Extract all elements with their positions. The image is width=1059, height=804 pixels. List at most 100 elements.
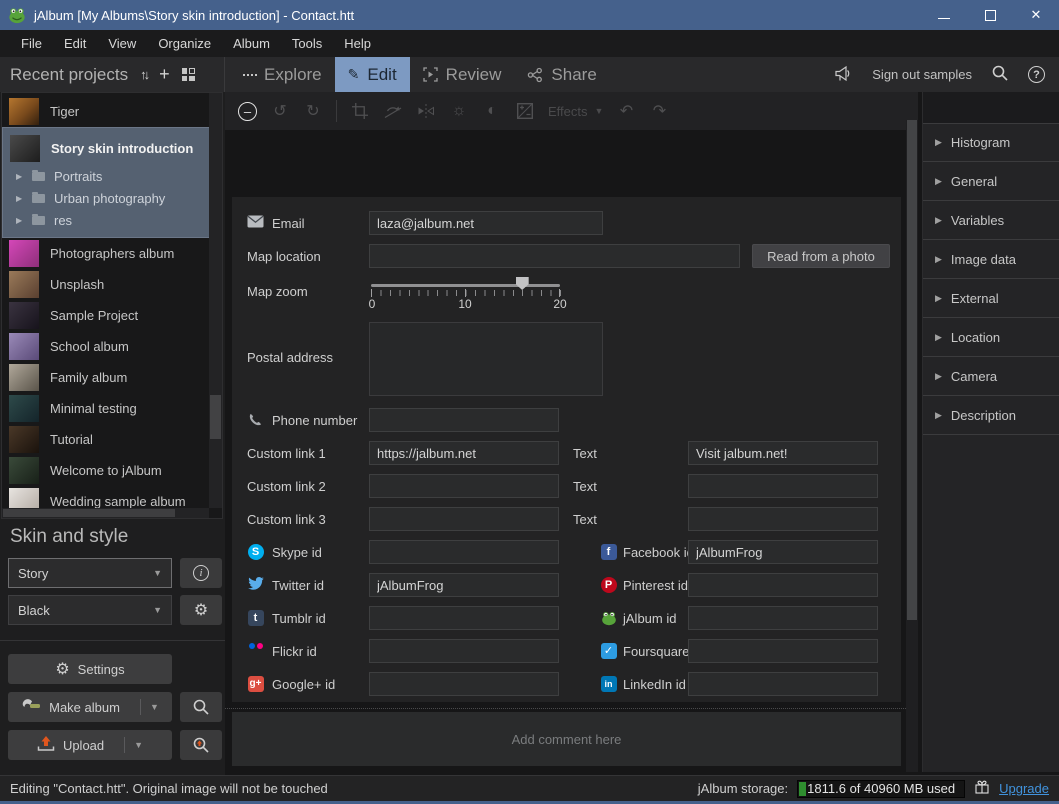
scrollbar-thumb[interactable] [3, 509, 175, 517]
make-album-button[interactable]: Make album ▼ [8, 692, 172, 722]
map-zoom-slider-track[interactable] [371, 284, 560, 287]
custom-link-2-url-field[interactable] [369, 474, 559, 498]
menu-edit[interactable]: Edit [53, 36, 97, 51]
project-item-tiger[interactable]: Tiger [2, 96, 222, 127]
project-list-vertical-scrollbar[interactable] [209, 93, 222, 508]
project-item-sample-project[interactable]: Sample Project [2, 300, 222, 331]
make-album-dropdown-caret[interactable]: ▼ [140, 699, 159, 715]
zoom-out-icon[interactable]: – [238, 102, 257, 121]
skype-id-field[interactable] [369, 540, 559, 564]
levels-icon[interactable] [515, 103, 535, 119]
custom-link-1-url-field[interactable] [369, 441, 559, 465]
upgrade-link[interactable]: Upgrade [999, 781, 1049, 796]
project-item-school-album[interactable]: School album [2, 331, 222, 362]
project-list-horizontal-scrollbar[interactable] [2, 508, 209, 518]
project-item-welcome-to-jalbum[interactable]: Welcome to jAlbum [2, 455, 222, 486]
project-item-minimal-testing[interactable]: Minimal testing [2, 393, 222, 424]
menu-file[interactable]: File [10, 36, 53, 51]
custom-link-1-text-field[interactable] [688, 441, 878, 465]
flickr-id-field[interactable] [369, 639, 559, 663]
menu-organize[interactable]: Organize [147, 36, 222, 51]
section-camera[interactable]: ▶Camera [923, 357, 1059, 396]
linkedin-id-field[interactable] [688, 672, 878, 696]
project-item-selected[interactable]: Story skin introduction ▶ Portraits ▶ Ur… [2, 127, 222, 238]
sort-icon[interactable]: ↑↓ [140, 67, 147, 82]
email-field[interactable] [369, 211, 603, 235]
style-settings-button[interactable]: ⚙ [180, 595, 222, 625]
search-icon[interactable] [991, 64, 1009, 85]
maximize-button[interactable] [967, 0, 1013, 30]
tab-share[interactable]: Share [514, 57, 609, 92]
pinterest-id-field[interactable] [688, 573, 878, 597]
skin-info-button[interactable]: i [180, 558, 222, 588]
upload-dropdown-caret[interactable]: ▼ [124, 737, 143, 753]
project-label: Sample Project [50, 308, 138, 323]
phone-field[interactable] [369, 408, 559, 432]
section-location[interactable]: ▶Location [923, 318, 1059, 357]
add-project-icon[interactable]: + [159, 64, 170, 85]
section-image-data[interactable]: ▶Image data [923, 240, 1059, 279]
announcements-megaphone-icon[interactable] [834, 65, 853, 85]
read-from-photo-button[interactable]: Read from a photo [752, 244, 890, 268]
jalbum-id-field[interactable] [688, 606, 878, 630]
style-select[interactable]: Black ▼ [8, 595, 172, 625]
effects-dropdown[interactable]: Effects ▼ [548, 104, 603, 119]
section-histogram[interactable]: ▶Histogram [923, 123, 1059, 162]
comment-field[interactable]: Add comment here [232, 712, 901, 766]
map-location-field[interactable] [369, 244, 740, 268]
project-item-family-album[interactable]: Family album [2, 362, 222, 393]
project-folder-res[interactable]: ▶ res [3, 209, 221, 231]
upload-button[interactable]: Upload ▼ [8, 730, 172, 760]
skin-select[interactable]: Story ▼ [8, 558, 172, 588]
rotate-right-icon[interactable]: ↻ [303, 101, 323, 121]
custom-link-2-text-field[interactable] [688, 474, 878, 498]
project-item-unsplash[interactable]: Unsplash [2, 269, 222, 300]
expand-triangle-icon[interactable]: ▶ [16, 216, 26, 225]
menu-help[interactable]: Help [333, 36, 382, 51]
scrollbar-thumb[interactable] [210, 395, 221, 439]
tab-review[interactable]: Review [410, 57, 515, 92]
googleplus-id-field[interactable] [369, 672, 559, 696]
tab-edit[interactable]: ✎ Edit [335, 57, 410, 92]
project-view-grid-icon[interactable] [182, 68, 195, 81]
menu-tools[interactable]: Tools [281, 36, 333, 51]
contrast-icon[interactable]: ◐ [482, 102, 502, 120]
project-folder-urban-photography[interactable]: ▶ Urban photography [3, 187, 221, 209]
redo-icon[interactable]: ↷ [649, 101, 669, 121]
brightness-icon[interactable]: ☼ [449, 102, 469, 120]
menu-album[interactable]: Album [222, 36, 281, 51]
sign-out-link[interactable]: Sign out samples [872, 67, 972, 82]
foursquare-id-field[interactable] [688, 639, 878, 663]
settings-button[interactable]: ⚙ Settings [8, 654, 172, 684]
section-general[interactable]: ▶General [923, 162, 1059, 201]
close-button[interactable]: ✕ [1013, 0, 1059, 30]
expand-triangle-icon[interactable]: ▶ [16, 194, 26, 203]
main-vertical-scrollbar[interactable] [906, 120, 918, 772]
expand-triangle-icon[interactable]: ▶ [16, 172, 26, 181]
facebook-id-field[interactable] [688, 540, 878, 564]
scrollbar-thumb[interactable] [907, 120, 917, 620]
minimize-button[interactable] [921, 0, 967, 30]
preview-button[interactable] [180, 692, 222, 722]
rotate-left-icon[interactable]: ↺ [270, 101, 290, 121]
project-item-photographers-album[interactable]: Photographers album [2, 238, 222, 269]
twitter-id-field[interactable] [369, 573, 559, 597]
tumblr-id-field[interactable] [369, 606, 559, 630]
straighten-icon[interactable] [383, 104, 403, 119]
flip-icon[interactable] [416, 104, 436, 118]
postal-address-field[interactable] [369, 322, 603, 396]
menu-view[interactable]: View [97, 36, 147, 51]
map-zoom-thumb[interactable] [516, 277, 529, 290]
section-description[interactable]: ▶Description [923, 396, 1059, 435]
project-folder-portraits[interactable]: ▶ Portraits [3, 165, 221, 187]
section-external[interactable]: ▶External [923, 279, 1059, 318]
project-item-tutorial[interactable]: Tutorial [2, 424, 222, 455]
custom-link-3-url-field[interactable] [369, 507, 559, 531]
preview-uploaded-button[interactable] [180, 730, 222, 760]
crop-icon[interactable] [350, 103, 370, 119]
undo-icon[interactable]: ↶ [616, 101, 636, 121]
tab-explore[interactable]: Explore [230, 57, 335, 92]
help-icon[interactable]: ? [1028, 66, 1045, 83]
section-variables[interactable]: ▶Variables [923, 201, 1059, 240]
custom-link-3-text-field[interactable] [688, 507, 878, 531]
